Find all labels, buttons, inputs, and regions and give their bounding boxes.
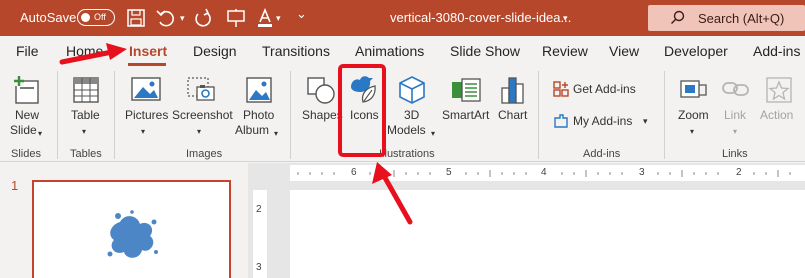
link-icon — [722, 82, 749, 96]
3d-models-dropdown-icon: ▾ — [431, 129, 436, 138]
group-label-tables: Tables — [70, 148, 102, 160]
group-label-images: Images — [186, 148, 223, 160]
screenshot-icon — [187, 77, 215, 101]
undo-dropdown-icon[interactable]: ▾ — [180, 13, 185, 24]
group-separator — [664, 71, 665, 159]
ink-splash-image — [107, 210, 158, 258]
group-separator — [114, 71, 115, 159]
table-icon — [73, 77, 99, 103]
zoom-label: Zoom — [678, 108, 709, 122]
slide-thumbnails-pane: 1 — [0, 163, 248, 278]
ribbon-tabs: File Home Insert Design Transitions Anim… — [0, 36, 805, 66]
group-separator — [538, 71, 539, 159]
group-label-add-ins: Add-ins — [583, 148, 621, 160]
slide-thumbnail[interactable] — [32, 180, 231, 278]
new-slide-dropdown-icon: ▾ — [38, 129, 43, 138]
group-label-slides: Slides — [11, 148, 41, 160]
3d-models-icon — [399, 76, 425, 104]
tab-review[interactable]: Review — [542, 43, 588, 59]
vertical-ruler: 2 3 — [253, 190, 267, 278]
screenshot-label: Screenshot — [172, 108, 233, 122]
tab-view[interactable]: View — [609, 43, 639, 59]
undo-icon[interactable] — [155, 8, 177, 28]
title-bar: AutoSave Off ▾ ▾ ⌄ vertical-3080-cover-s… — [0, 0, 805, 36]
photo-album-label-1: Photo — [243, 108, 275, 122]
toggle-knob — [81, 13, 90, 22]
zoom-dropdown-icon: ▾ — [690, 127, 695, 136]
my-add-ins-icon — [554, 114, 568, 128]
pictures-dropdown-icon: ▾ — [141, 127, 146, 136]
group-label-links: Links — [722, 148, 748, 160]
ruler-tick-label: 3 — [256, 262, 262, 273]
new-slide-icon — [14, 76, 39, 104]
action-label: Action — [760, 108, 794, 122]
pictures-label: Pictures — [125, 108, 169, 122]
editor-area: 1 6 5 4 3 2 1 — [0, 163, 805, 278]
pictures-icon — [131, 77, 161, 101]
search-box[interactable]: Search (Alt+Q) — [648, 5, 805, 31]
autosave-state: Off — [94, 12, 106, 22]
tab-home[interactable]: Home — [66, 43, 103, 59]
new-slide-label-1: New — [15, 108, 40, 122]
tab-animations[interactable]: Animations — [355, 43, 424, 59]
save-icon[interactable] — [125, 8, 147, 28]
tab-transitions[interactable]: Transitions — [262, 43, 330, 59]
chart-label: Chart — [498, 108, 528, 122]
horizontal-ruler: 6 5 4 3 2 1 — [290, 165, 805, 181]
shapes-label: Shapes — [302, 108, 343, 122]
table-label: Table — [71, 108, 100, 122]
3d-models-label-1: 3D — [404, 108, 420, 122]
get-add-ins-icon — [553, 81, 569, 97]
zoom-icon — [680, 80, 707, 98]
tab-insert[interactable]: Insert — [129, 43, 167, 59]
my-add-ins-label: My Add-ins — [573, 114, 633, 128]
table-dropdown-icon: ▾ — [82, 127, 87, 136]
group-label-illustrations: Illustrations — [379, 148, 435, 160]
photo-album-label-2: Album — [235, 123, 270, 137]
present-icon[interactable] — [225, 8, 247, 28]
smartart-label: SmartArt — [442, 108, 490, 122]
slide-canvas[interactable] — [290, 190, 805, 278]
autosave-label: AutoSave — [20, 10, 77, 25]
search-icon — [671, 10, 685, 24]
tab-file[interactable]: File — [16, 43, 39, 59]
photo-album-dropdown-icon: ▾ — [274, 129, 279, 138]
shapes-icon — [307, 77, 335, 104]
action-icon — [766, 77, 792, 103]
redo-icon[interactable] — [192, 8, 214, 28]
group-separator — [290, 71, 291, 159]
slide-number: 1 — [11, 178, 19, 193]
new-slide-label-2: Slide — [10, 123, 37, 137]
tab-add-ins[interactable]: Add-ins — [753, 43, 800, 59]
tab-developer[interactable]: Developer — [664, 43, 728, 59]
group-separator — [57, 71, 58, 159]
photo-album-icon — [246, 77, 272, 103]
title-dropdown-icon[interactable]: ▾ — [563, 13, 568, 24]
my-add-ins-dropdown-icon: ▾ — [643, 116, 648, 126]
link-dropdown-icon: ▾ — [733, 127, 738, 136]
tab-design[interactable]: Design — [193, 43, 237, 59]
get-add-ins-label: Get Add-ins — [573, 82, 636, 96]
link-label: Link — [724, 108, 747, 122]
ruler-ticks — [297, 170, 791, 177]
font-color-dropdown-icon[interactable]: ▾ — [276, 13, 281, 24]
highlight-box — [338, 64, 386, 157]
screenshot-dropdown-icon: ▾ — [197, 127, 202, 136]
autosave-toggle[interactable]: Off — [77, 9, 115, 26]
ribbon: New Slide ▾ Slides Table ▾ Tables Pictur… — [0, 66, 805, 162]
search-label: Search (Alt+Q) — [698, 11, 785, 26]
font-color-icon[interactable] — [254, 8, 276, 28]
customize-toolbar-icon[interactable]: ⌄ — [296, 6, 307, 22]
tab-slide-show[interactable]: Slide Show — [450, 43, 520, 59]
ruler-tick-label: 2 — [256, 204, 262, 215]
chart-icon — [501, 77, 524, 104]
smartart-icon — [452, 78, 481, 102]
powerpoint-window: AutoSave Off ▾ ▾ ⌄ vertical-3080-cover-s… — [0, 0, 805, 278]
document-title[interactable]: vertical-3080-cover-slide-idea... — [390, 10, 571, 25]
3d-models-label-2: Models — [387, 123, 426, 137]
